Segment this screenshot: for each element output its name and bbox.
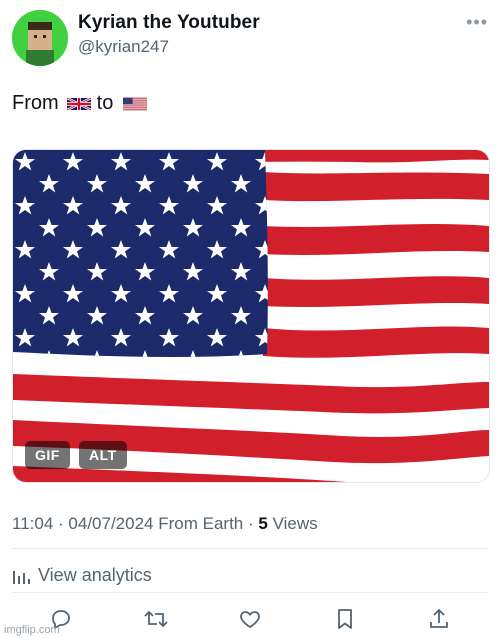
us-flag-icon [123, 97, 148, 110]
bookmark-button[interactable] [330, 604, 360, 634]
user-handle[interactable]: @kyrian247 [78, 37, 169, 57]
retweet-button[interactable] [141, 604, 171, 634]
divider [12, 592, 488, 593]
tweet-meta: 11:04 · 04/07/2024 From Earth · 5 Views [12, 514, 318, 534]
divider [12, 548, 488, 549]
avatar-image [12, 10, 68, 66]
tweet-time[interactable]: 11:04 [12, 514, 53, 533]
tweet-text-from: From [12, 92, 59, 114]
tweet-date[interactable]: 04/07/2024 [68, 514, 153, 533]
bookmark-icon [337, 609, 352, 629]
meta-separator: · [58, 514, 64, 533]
gif-badge[interactable]: GIF [25, 441, 70, 469]
view-analytics-link[interactable]: View analytics [12, 565, 152, 586]
tweet-actions [46, 604, 454, 636]
imgflip-watermark: imgflip.com [4, 624, 60, 636]
tweet-text: From to [12, 92, 153, 115]
tweet-header: Kyrian the Youtuber @kyrian247 ••• [12, 8, 488, 66]
avatar[interactable] [12, 10, 68, 66]
share-icon [430, 608, 448, 628]
display-name[interactable]: Kyrian the Youtuber [78, 12, 260, 34]
more-options-icon[interactable]: ••• [466, 12, 488, 33]
analytics-icon [13, 570, 30, 584]
like-icon [240, 611, 260, 628]
meta-separator-2: · [248, 514, 254, 533]
tweet-text-to: to [96, 92, 114, 114]
views-label: Views [272, 514, 318, 533]
alt-text-badge[interactable]: ALT [79, 441, 127, 469]
us-flag-gif-image [13, 150, 489, 482]
views-count: 5 [258, 514, 268, 533]
like-button[interactable] [235, 604, 265, 634]
media-gif[interactable]: GIF ALT [12, 149, 490, 483]
retweet-icon [143, 610, 168, 628]
tweet-source: From Earth [158, 514, 244, 533]
share-button[interactable] [424, 604, 454, 634]
view-analytics-label[interactable]: View analytics [38, 565, 152, 586]
uk-flag-icon [66, 96, 91, 111]
